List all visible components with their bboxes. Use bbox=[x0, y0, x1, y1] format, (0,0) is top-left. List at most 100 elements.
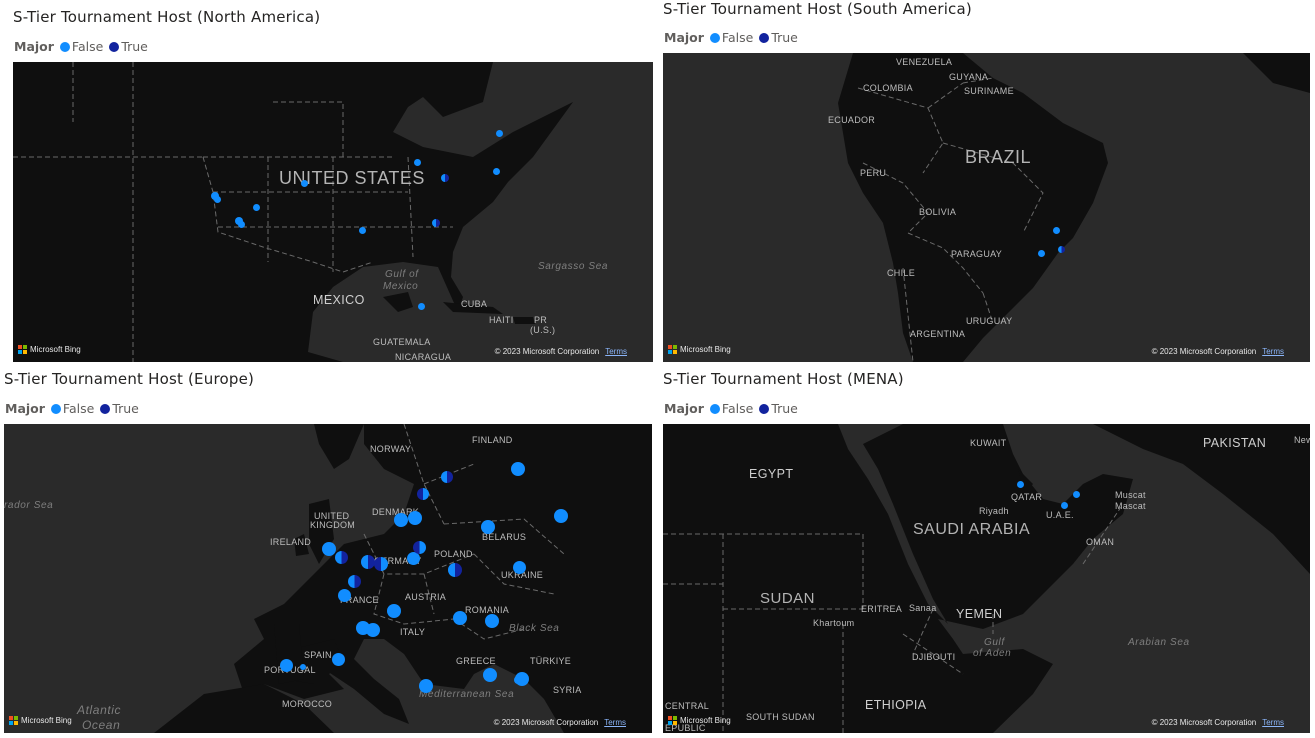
map-pin[interactable] bbox=[253, 204, 260, 211]
map-pin[interactable] bbox=[238, 221, 245, 228]
legend-label-false: False bbox=[721, 30, 754, 45]
map-pin[interactable] bbox=[300, 664, 306, 670]
map-copyright: © 2023 Microsoft Corporation Terms bbox=[1152, 347, 1284, 356]
map-label: QATAR bbox=[1011, 492, 1043, 502]
map-pin[interactable] bbox=[332, 653, 345, 666]
map-label: CHILE bbox=[887, 268, 916, 278]
map-pin[interactable] bbox=[1053, 227, 1060, 234]
map-label: Khartoum bbox=[813, 618, 855, 628]
bing-label: Microsoft Bing bbox=[680, 345, 731, 354]
map-label: OMAN bbox=[1086, 537, 1115, 547]
map-label: ROMANIA bbox=[465, 605, 510, 615]
bing-attribution: Microsoft Bing bbox=[18, 345, 81, 354]
map-pin[interactable] bbox=[514, 676, 522, 684]
map-label: Black Sea bbox=[509, 623, 560, 634]
legend-item-true[interactable]: True bbox=[109, 39, 148, 54]
map-label: VENEZUELA bbox=[896, 57, 953, 67]
map-pin[interactable] bbox=[322, 542, 336, 556]
legend-item-false[interactable]: False bbox=[709, 401, 754, 416]
map-label: SPAIN bbox=[304, 650, 332, 660]
map-pin[interactable] bbox=[441, 471, 453, 483]
map-pin[interactable] bbox=[418, 303, 425, 310]
map-land bbox=[13, 62, 573, 362]
map-pin[interactable] bbox=[1017, 481, 1024, 488]
map-pin[interactable] bbox=[214, 196, 221, 203]
map-pin[interactable] bbox=[496, 130, 503, 137]
map-label: SAUDI ARABIA bbox=[913, 521, 1031, 538]
map-pin[interactable] bbox=[1073, 491, 1080, 498]
legend-item-true[interactable]: True bbox=[759, 30, 798, 45]
map-pin[interactable] bbox=[1038, 250, 1045, 257]
map-pin[interactable] bbox=[1061, 502, 1068, 509]
map-south-america[interactable]: VENEZUELA GUYANA SURINAME COLOMBIA ECUAD… bbox=[663, 53, 1310, 362]
map-pin[interactable] bbox=[338, 589, 351, 602]
legend-item-false[interactable]: False bbox=[50, 401, 94, 416]
map-pin[interactable] bbox=[335, 551, 348, 564]
map-pin[interactable] bbox=[413, 541, 426, 554]
map-pin[interactable] bbox=[301, 180, 308, 187]
terms-link[interactable]: Terms bbox=[1262, 347, 1284, 356]
legend-item-true[interactable]: True bbox=[759, 401, 798, 416]
map-pin[interactable] bbox=[280, 659, 293, 672]
map-pin[interactable] bbox=[441, 174, 449, 182]
map-pin[interactable] bbox=[432, 219, 440, 227]
terms-link[interactable]: Terms bbox=[605, 347, 627, 356]
map-label: ITALY bbox=[400, 627, 426, 637]
map-pin[interactable] bbox=[481, 520, 495, 534]
legend-item-true[interactable]: True bbox=[100, 401, 139, 416]
legend-label-false: False bbox=[721, 401, 754, 416]
map-europe[interactable]: FINLAND NORWAY DENMARK UNITED KINGDOM IR… bbox=[4, 424, 652, 733]
map-label: SURINAME bbox=[964, 86, 1014, 96]
map-label: IRELAND bbox=[270, 537, 312, 547]
map-pin[interactable] bbox=[485, 614, 499, 628]
map-copyright: © 2023 Microsoft Corporation Terms bbox=[494, 718, 626, 727]
map-label: MEXICO bbox=[313, 293, 365, 307]
legend-title: Major bbox=[664, 401, 704, 416]
legend: Major False True bbox=[664, 30, 804, 45]
map-label: ERITREA bbox=[861, 604, 903, 614]
legend-title: Major bbox=[5, 401, 45, 416]
map-pin[interactable] bbox=[554, 509, 568, 523]
map-label: GREECE bbox=[456, 656, 496, 666]
map-pin[interactable] bbox=[394, 513, 408, 527]
bing-attribution: Microsoft Bing bbox=[668, 345, 731, 354]
legend-title: Major bbox=[664, 30, 704, 45]
map-mena[interactable]: KUWAIT PAKISTAN New D EGYPT QATAR Riyadh… bbox=[663, 424, 1310, 733]
map-pin[interactable] bbox=[417, 488, 429, 500]
legend-item-false[interactable]: False bbox=[709, 30, 754, 45]
bing-attribution: Microsoft Bing bbox=[9, 716, 72, 725]
map-pin[interactable] bbox=[414, 159, 421, 166]
map-pin[interactable] bbox=[511, 462, 525, 476]
legend-label-true: True bbox=[121, 39, 148, 54]
legend-item-false[interactable]: False bbox=[59, 39, 103, 54]
map-pin[interactable] bbox=[419, 679, 433, 693]
map-pin[interactable] bbox=[387, 604, 401, 618]
map-label: FINLAND bbox=[472, 435, 513, 445]
map-label: EGYPT bbox=[749, 467, 794, 481]
map-label: Gulf bbox=[984, 637, 1005, 648]
map-label: BRAZIL bbox=[965, 147, 1032, 167]
map-pin[interactable] bbox=[366, 623, 380, 637]
map-pin[interactable] bbox=[448, 563, 462, 577]
legend-dot-false bbox=[709, 403, 720, 414]
terms-link[interactable]: Terms bbox=[1262, 718, 1284, 727]
bing-label: Microsoft Bing bbox=[30, 345, 81, 354]
map-label: PR bbox=[534, 315, 548, 325]
map-label: Muscat bbox=[1115, 490, 1146, 500]
map-pin[interactable] bbox=[359, 227, 366, 234]
map-pin[interactable] bbox=[1058, 246, 1065, 253]
map-pin[interactable] bbox=[361, 555, 375, 569]
map-label: BOLIVIA bbox=[919, 207, 957, 217]
map-north-america[interactable]: UNITED STATES MEXICO Gulf of Mexico Sarg… bbox=[13, 62, 653, 362]
map-pin[interactable] bbox=[374, 557, 388, 571]
map-copyright: © 2023 Microsoft Corporation Terms bbox=[1152, 718, 1284, 727]
map-pin[interactable] bbox=[408, 511, 422, 525]
map-label: SUDAN bbox=[760, 590, 816, 607]
map-pin[interactable] bbox=[483, 668, 497, 682]
map-label: Mexico bbox=[383, 281, 419, 292]
map-pin[interactable] bbox=[348, 575, 361, 588]
map-pin[interactable] bbox=[493, 168, 500, 175]
map-pin[interactable] bbox=[513, 561, 526, 574]
map-pin[interactable] bbox=[453, 611, 467, 625]
terms-link[interactable]: Terms bbox=[604, 718, 626, 727]
